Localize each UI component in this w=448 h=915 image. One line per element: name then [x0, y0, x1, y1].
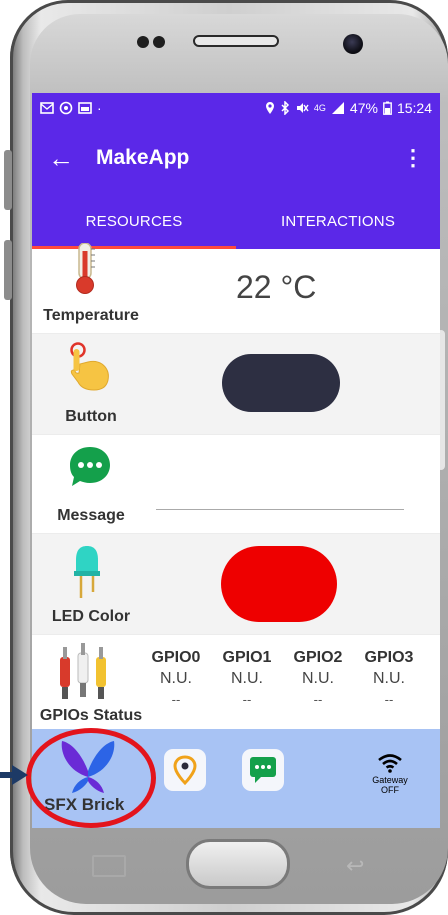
gpio2-extra: -- [313, 692, 323, 707]
screenshot-icon [78, 102, 92, 114]
tab-interactions-label: INTERACTIONS [280, 212, 396, 230]
volume-button [4, 150, 12, 210]
tab-resources-label: RESOURCES [85, 212, 183, 230]
bluetooth-icon [281, 101, 289, 115]
highlight-circle [26, 728, 156, 828]
sensor-dot [153, 36, 165, 48]
gpio2-name: GPIO2 [293, 649, 343, 666]
temperature-cell: Temperature [32, 243, 150, 333]
app-bar: ← MakeApp ⋮ [32, 123, 440, 193]
gpio0-name: GPIO0 [151, 649, 201, 666]
status-bar: · 4G 47% 15:24 [32, 93, 440, 123]
tab-resources[interactable]: RESOURCES [32, 193, 236, 249]
message-text-field[interactable] [156, 509, 404, 510]
message-cell: Message [32, 435, 150, 533]
gpio2-value: N.U. [302, 670, 334, 687]
recent-apps-key[interactable] [92, 855, 126, 877]
back-key-icon[interactable]: ↩ [346, 853, 364, 879]
gpio3-name: GPIO3 [364, 649, 414, 666]
resource-row-led: LED Color [32, 534, 440, 635]
tab-interactions[interactable]: INTERACTIONS [236, 193, 440, 249]
temperature-label: Temperature [43, 307, 139, 324]
gpio3-extra: -- [384, 692, 394, 707]
button-cell: Button [32, 334, 150, 434]
resource-row-gpios: GPIOs Status GPIO0 N.U. -- GPIO1 N.U. --… [32, 635, 440, 734]
gpio3-column: GPIO3 N.U. -- [357, 649, 421, 707]
chat-button[interactable] [242, 749, 284, 796]
message-label: Message [57, 507, 125, 524]
network-type: 4G [313, 103, 326, 113]
rca-connectors-icon [60, 643, 106, 699]
map-pin-icon [164, 749, 206, 791]
led-bulb-icon [74, 546, 100, 598]
status-dot: · [97, 100, 102, 116]
home-button[interactable] [186, 839, 290, 889]
wifi-icon [378, 754, 402, 773]
sensor-dot [137, 36, 149, 48]
thermometer-icon [76, 243, 95, 294]
button-label: Button [65, 408, 117, 425]
app-title: MakeApp [96, 146, 190, 169]
gateway-line1: Gateway [372, 775, 408, 785]
chat-bubble-icon [70, 447, 110, 486]
gpio1-name: GPIO1 [222, 649, 272, 666]
led-cell: LED Color [32, 534, 150, 634]
resource-row-button: Button [32, 334, 440, 435]
volume-button-2 [4, 240, 12, 300]
gpios-cell: GPIOs Status [32, 635, 150, 733]
status-time: 15:24 [396, 100, 432, 116]
gpio1-value: N.U. [231, 670, 263, 687]
chat-icon [242, 749, 284, 791]
resource-row-temperature: Temperature 22 °C [32, 243, 440, 334]
back-arrow-icon[interactable]: ← [48, 143, 96, 174]
led-color-swatch[interactable] [221, 546, 337, 622]
mail-icon [40, 102, 54, 114]
location-button[interactable] [164, 749, 206, 796]
signal-icon [331, 102, 344, 114]
gpio0-value: N.U. [160, 670, 192, 687]
app-screen: · 4G 47% 15:24 ← MakeApp ⋮ RESOURCES INT… [32, 93, 440, 828]
speaker-grill [193, 35, 279, 47]
location-status-icon [265, 102, 274, 114]
gpio2-column: GPIO2 N.U. -- [286, 649, 350, 707]
action-button[interactable] [222, 354, 340, 412]
gateway-line2: OFF [381, 785, 399, 795]
mute-icon [296, 103, 309, 113]
sync-icon [59, 101, 73, 115]
battery-percent: 47% [349, 100, 378, 116]
gpio3-value: N.U. [373, 670, 405, 687]
battery-icon [383, 101, 392, 115]
gpio0-column: GPIO0 N.U. -- [144, 649, 208, 707]
tab-bar: RESOURCES INTERACTIONS [32, 193, 440, 249]
front-camera [343, 34, 363, 54]
gateway-status[interactable]: Gateway OFF [366, 753, 414, 795]
gpio1-extra: -- [242, 692, 252, 707]
gpios-label: GPIOs Status [39, 707, 143, 724]
resource-row-message: Message [32, 435, 440, 534]
pointer-arrow-icon [0, 765, 28, 785]
more-options-icon[interactable]: ⋮ [402, 145, 424, 171]
led-label: LED Color [51, 608, 131, 625]
temperature-value: 22 °C [236, 269, 317, 305]
gpio0-extra: -- [171, 692, 181, 707]
tap-hand-icon [70, 342, 109, 391]
gpio1-column: GPIO1 N.U. -- [215, 649, 279, 707]
